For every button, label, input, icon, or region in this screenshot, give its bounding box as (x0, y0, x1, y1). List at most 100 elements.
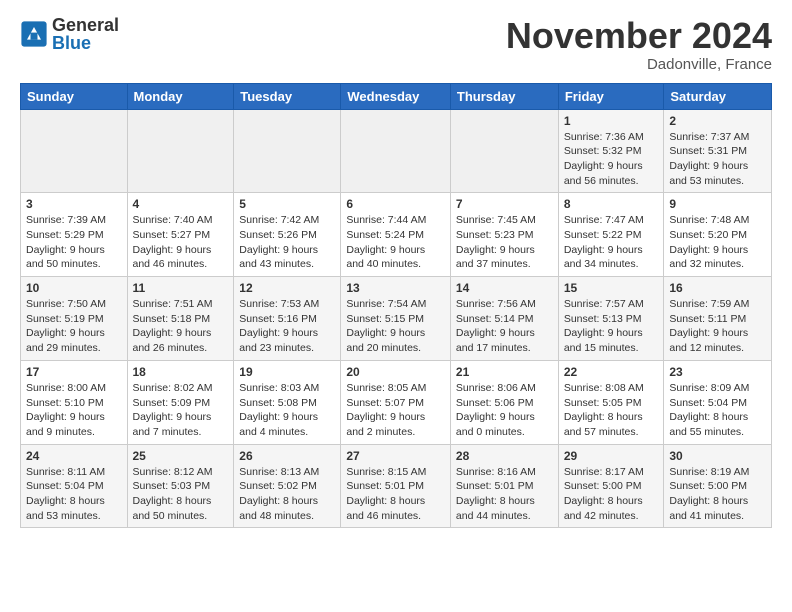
calendar-cell: 3 Sunrise: 7:39 AMSunset: 5:29 PMDaylight… (21, 193, 128, 277)
calendar-header-thursday: Thursday (450, 83, 558, 109)
calendar-cell: 21 Sunrise: 8:06 AMSunset: 5:06 PMDayligh… (450, 360, 558, 444)
calendar-cell: 2 Sunrise: 7:37 AMSunset: 5:31 PMDaylight… (664, 109, 772, 193)
calendar-cell: 23Sunrise: 8:09 AMSunset: 5:04 PMDayligh… (664, 360, 772, 444)
calendar-cell: 25 Sunrise: 8:12 AMSunset: 5:03 PMDayligh… (127, 444, 234, 528)
calendar-header-monday: Monday (127, 83, 234, 109)
day-info: Sunrise: 7:40 AMSunset: 5:27 PMDaylight:… (133, 213, 229, 272)
calendar-header-saturday: Saturday (664, 83, 772, 109)
day-number: 17 (26, 365, 122, 379)
calendar-cell: 19 Sunrise: 8:03 AMSunset: 5:08 PMDayligh… (234, 360, 341, 444)
calendar-week-5: 24 Sunrise: 8:11 AMSunset: 5:04 PMDayligh… (21, 444, 772, 528)
day-number: 24 (26, 449, 122, 463)
header: General Blue November 2024 Dadonville, F… (20, 16, 772, 73)
day-number: 25 (133, 449, 229, 463)
day-info: Sunrise: 7:48 AMSunset: 5:20 PMDaylight:… (669, 213, 766, 272)
calendar-cell: 11Sunrise: 7:51 AMSunset: 5:18 PMDayligh… (127, 277, 234, 361)
month-title: November 2024 (506, 16, 772, 56)
calendar-header-tuesday: Tuesday (234, 83, 341, 109)
day-number: 15 (564, 281, 659, 295)
day-info: Sunrise: 8:00 AMSunset: 5:10 PMDaylight:… (26, 381, 122, 440)
day-info: Sunrise: 8:05 AMSunset: 5:07 PMDaylight:… (346, 381, 445, 440)
day-info: Sunrise: 7:39 AMSunset: 5:29 PMDaylight:… (26, 213, 122, 272)
calendar-cell: 13Sunrise: 7:54 AMSunset: 5:15 PMDayligh… (341, 277, 451, 361)
calendar-header-row: SundayMondayTuesdayWednesdayThursdayFrid… (21, 83, 772, 109)
calendar-cell: 27 Sunrise: 8:15 AMSunset: 5:01 PMDayligh… (341, 444, 451, 528)
day-number: 10 (26, 281, 122, 295)
day-number: 13 (346, 281, 445, 295)
day-number: 8 (564, 197, 659, 211)
logo-general: General (52, 16, 119, 34)
calendar-cell: 24 Sunrise: 8:11 AMSunset: 5:04 PMDayligh… (21, 444, 128, 528)
day-number: 3 (26, 197, 122, 211)
day-info: Sunrise: 7:45 AMSunset: 5:23 PMDaylight:… (456, 213, 553, 272)
day-number: 6 (346, 197, 445, 211)
calendar-cell: 7 Sunrise: 7:45 AMSunset: 5:23 PMDaylight… (450, 193, 558, 277)
day-number: 21 (456, 365, 553, 379)
day-info: Sunrise: 8:15 AMSunset: 5:01 PMDaylight:… (346, 465, 445, 524)
day-info: Sunrise: 8:06 AMSunset: 5:06 PMDaylight:… (456, 381, 553, 440)
day-number: 7 (456, 197, 553, 211)
day-number: 28 (456, 449, 553, 463)
day-info: Sunrise: 7:53 AMSunset: 5:16 PMDaylight:… (239, 297, 335, 356)
calendar-cell (450, 109, 558, 193)
day-number: 29 (564, 449, 659, 463)
calendar-week-2: 3 Sunrise: 7:39 AMSunset: 5:29 PMDaylight… (21, 193, 772, 277)
calendar-cell: 22 Sunrise: 8:08 AMSunset: 5:05 PMDayligh… (558, 360, 664, 444)
day-info: Sunrise: 8:17 AMSunset: 5:00 PMDaylight:… (564, 465, 659, 524)
calendar-header-friday: Friday (558, 83, 664, 109)
day-info: Sunrise: 7:50 AMSunset: 5:19 PMDaylight:… (26, 297, 122, 356)
calendar-cell: 1Sunrise: 7:36 AMSunset: 5:32 PMDaylight… (558, 109, 664, 193)
day-info: Sunrise: 8:02 AMSunset: 5:09 PMDaylight:… (133, 381, 229, 440)
day-info: Sunrise: 8:13 AMSunset: 5:02 PMDaylight:… (239, 465, 335, 524)
day-number: 14 (456, 281, 553, 295)
day-number: 5 (239, 197, 335, 211)
calendar-cell: 30 Sunrise: 8:19 AMSunset: 5:00 PMDayligh… (664, 444, 772, 528)
calendar-table: SundayMondayTuesdayWednesdayThursdayFrid… (20, 83, 772, 529)
day-info: Sunrise: 7:57 AMSunset: 5:13 PMDaylight:… (564, 297, 659, 356)
day-info: Sunrise: 7:56 AMSunset: 5:14 PMDaylight:… (456, 297, 553, 356)
day-number: 12 (239, 281, 335, 295)
day-number: 22 (564, 365, 659, 379)
logo-blue: Blue (52, 34, 119, 52)
calendar-cell: 18 Sunrise: 8:02 AMSunset: 5:09 PMDayligh… (127, 360, 234, 444)
day-info: Sunrise: 7:44 AMSunset: 5:24 PMDaylight:… (346, 213, 445, 272)
title-block: November 2024 Dadonville, France (506, 16, 772, 73)
day-number: 16 (669, 281, 766, 295)
day-info: Sunrise: 8:12 AMSunset: 5:03 PMDaylight:… (133, 465, 229, 524)
day-number: 9 (669, 197, 766, 211)
calendar-header-sunday: Sunday (21, 83, 128, 109)
day-info: Sunrise: 8:11 AMSunset: 5:04 PMDaylight:… (26, 465, 122, 524)
calendar-cell: 5 Sunrise: 7:42 AMSunset: 5:26 PMDaylight… (234, 193, 341, 277)
calendar-cell: 15 Sunrise: 7:57 AMSunset: 5:13 PMDayligh… (558, 277, 664, 361)
day-info: Sunrise: 8:19 AMSunset: 5:00 PMDaylight:… (669, 465, 766, 524)
calendar-cell: 10 Sunrise: 7:50 AMSunset: 5:19 PMDayligh… (21, 277, 128, 361)
day-number: 18 (133, 365, 229, 379)
calendar-cell: 17 Sunrise: 8:00 AMSunset: 5:10 PMDayligh… (21, 360, 128, 444)
calendar-cell: 4 Sunrise: 7:40 AMSunset: 5:27 PMDaylight… (127, 193, 234, 277)
calendar-week-1: 1Sunrise: 7:36 AMSunset: 5:32 PMDaylight… (21, 109, 772, 193)
day-info: Sunrise: 7:37 AMSunset: 5:31 PMDaylight:… (669, 130, 766, 189)
calendar-cell: 28Sunrise: 8:16 AMSunset: 5:01 PMDayligh… (450, 444, 558, 528)
day-info: Sunrise: 8:08 AMSunset: 5:05 PMDaylight:… (564, 381, 659, 440)
calendar-week-4: 17 Sunrise: 8:00 AMSunset: 5:10 PMDayligh… (21, 360, 772, 444)
day-info: Sunrise: 7:42 AMSunset: 5:26 PMDaylight:… (239, 213, 335, 272)
day-info: Sunrise: 7:36 AMSunset: 5:32 PMDaylight:… (564, 130, 659, 189)
day-info: Sunrise: 8:03 AMSunset: 5:08 PMDaylight:… (239, 381, 335, 440)
calendar-cell (21, 109, 128, 193)
day-number: 19 (239, 365, 335, 379)
logo-icon (20, 20, 48, 48)
day-number: 23 (669, 365, 766, 379)
day-number: 20 (346, 365, 445, 379)
calendar-cell: 20 Sunrise: 8:05 AMSunset: 5:07 PMDayligh… (341, 360, 451, 444)
calendar-cell (341, 109, 451, 193)
day-number: 27 (346, 449, 445, 463)
day-number: 4 (133, 197, 229, 211)
calendar-cell: 9 Sunrise: 7:48 AMSunset: 5:20 PMDaylight… (664, 193, 772, 277)
calendar-cell: 12 Sunrise: 7:53 AMSunset: 5:16 PMDayligh… (234, 277, 341, 361)
day-number: 26 (239, 449, 335, 463)
page: General Blue November 2024 Dadonville, F… (0, 0, 792, 548)
day-number: 2 (669, 114, 766, 128)
calendar-cell: 26 Sunrise: 8:13 AMSunset: 5:02 PMDayligh… (234, 444, 341, 528)
day-number: 30 (669, 449, 766, 463)
logo: General Blue (20, 16, 119, 52)
